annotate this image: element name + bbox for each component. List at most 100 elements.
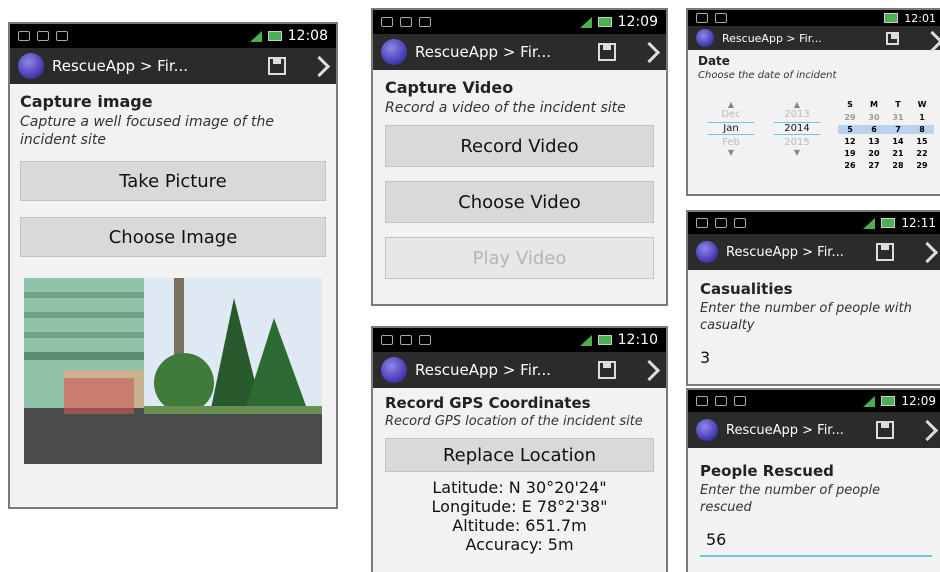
app-logo-icon xyxy=(696,241,718,263)
status-time: 12:09 xyxy=(617,14,658,30)
status-bar: 12:08 xyxy=(10,24,336,48)
status-time: 12:08 xyxy=(287,28,328,44)
battery-icon xyxy=(597,335,612,345)
page-subtitle: Record a video of the incident site xyxy=(385,100,626,116)
chevron-up-icon[interactable]: ▲ xyxy=(698,100,764,109)
page-title: Capture image xyxy=(20,92,153,111)
accuracy-text: Accuracy: 5m xyxy=(465,535,574,554)
notification-icon xyxy=(734,218,746,228)
save-icon[interactable] xyxy=(598,361,616,379)
take-picture-button[interactable]: Take Picture xyxy=(20,161,326,201)
status-bar: 12:01 xyxy=(688,10,940,26)
signal-icon xyxy=(579,334,592,346)
page-title: Record GPS Coordinates xyxy=(385,394,591,412)
battery-icon xyxy=(267,31,282,41)
status-time: 12:10 xyxy=(617,332,658,348)
signal-icon xyxy=(863,395,876,407)
navigate-icon[interactable] xyxy=(918,243,936,261)
coordinates-block: Latitude: N 30°20'24" Longitude: E 78°2'… xyxy=(385,478,654,554)
navigate-icon[interactable] xyxy=(640,361,658,379)
notification-icon xyxy=(18,31,30,41)
status-bar: 12:09 xyxy=(688,390,940,412)
status-time: 12:11 xyxy=(901,216,936,230)
app-title: RescueApp > Fir... xyxy=(726,244,844,260)
app-title: RescueApp > Fir... xyxy=(415,361,551,379)
notification-icon xyxy=(696,218,708,228)
app-bar: RescueApp > Fir... xyxy=(688,234,940,270)
app-logo-icon xyxy=(18,53,44,79)
replace-location-button[interactable]: Replace Location xyxy=(385,438,654,472)
app-bar: RescueApp > Fir... xyxy=(688,26,940,50)
chevron-up-icon[interactable]: ▲ xyxy=(764,100,830,109)
phone-date: 12:01 RescueApp > Fir... Date Choose the… xyxy=(686,8,940,196)
notification-icon xyxy=(400,17,412,27)
app-title: RescueApp > Fir... xyxy=(415,43,551,61)
content: Capture Video Record a video of the inci… xyxy=(373,70,666,287)
signal-icon xyxy=(579,16,592,28)
record-video-button[interactable]: Record Video xyxy=(385,125,654,167)
notification-icon xyxy=(419,17,431,27)
phone-capture-video: 12:09 RescueApp > Fir... Capture Video R… xyxy=(371,8,668,306)
choose-video-button[interactable]: Choose Video xyxy=(385,181,654,223)
notification-icon xyxy=(56,31,68,41)
navigate-icon[interactable] xyxy=(310,57,328,75)
page-subtitle: Enter the number of people with casualty xyxy=(700,301,912,333)
year-prev: 2013 xyxy=(784,109,810,120)
calendar-grid: S M T W 29 30 31 1 5 6 7 8 12 13 14 15 1… xyxy=(838,100,934,170)
play-video-button[interactable]: Play Video xyxy=(385,237,654,279)
save-icon[interactable] xyxy=(598,43,616,61)
page-subtitle: Enter the number of people rescued xyxy=(700,483,881,515)
page-subtitle: Capture a well focused image of the inci… xyxy=(20,114,275,148)
captured-image xyxy=(24,278,322,464)
notification-icon xyxy=(381,335,393,345)
content: Date Choose the date of incident ▲ Dec J… xyxy=(688,50,940,174)
app-bar: RescueApp > Fir... xyxy=(10,48,336,84)
chevron-down-icon[interactable]: ▼ xyxy=(764,148,830,157)
notification-icon xyxy=(715,13,727,23)
save-icon[interactable] xyxy=(268,57,286,75)
calendar-row: 26 27 28 29 xyxy=(844,161,928,170)
notification-icon xyxy=(715,218,727,228)
app-title: RescueApp > Fir... xyxy=(726,422,844,438)
content: Casualities Enter the number of people w… xyxy=(688,270,940,377)
app-title: RescueApp > Fir... xyxy=(52,57,188,75)
app-bar: RescueApp > Fir... xyxy=(373,352,666,388)
notification-icon xyxy=(37,31,49,41)
status-bar: 12:11 xyxy=(688,212,940,234)
navigate-icon[interactable] xyxy=(923,32,936,45)
navigate-icon[interactable] xyxy=(918,421,936,439)
chevron-down-icon[interactable]: ▼ xyxy=(698,148,764,157)
date-picker: ▲ Dec Jan Feb ▼ ▲ 2013 2014 2015 ▼ S M T… xyxy=(698,100,934,170)
month-spinner[interactable]: ▲ Dec Jan Feb ▼ xyxy=(698,100,764,170)
app-title: RescueApp > Fir... xyxy=(722,31,822,45)
battery-icon xyxy=(884,13,899,23)
calendar-weekdays: S M T W xyxy=(847,100,927,109)
year-spinner[interactable]: ▲ 2013 2014 2015 ▼ xyxy=(764,100,830,170)
app-logo-icon xyxy=(381,357,407,383)
content: People Rescued Enter the number of peopl… xyxy=(688,448,940,571)
save-icon[interactable] xyxy=(876,243,894,261)
captured-photo xyxy=(24,278,322,464)
phone-gps: 12:10 RescueApp > Fir... Record GPS Coor… xyxy=(371,326,668,572)
content: Record GPS Coordinates Record GPS locati… xyxy=(373,388,666,560)
month-selected: Jan xyxy=(708,122,754,135)
notification-icon xyxy=(419,335,431,345)
app-bar: RescueApp > Fir... xyxy=(688,412,940,448)
battery-icon xyxy=(881,218,896,228)
people-rescued-input[interactable]: 56 xyxy=(700,530,932,549)
status-time: 12:01 xyxy=(904,11,936,25)
app-logo-icon xyxy=(381,39,407,65)
input-underline xyxy=(700,555,932,557)
calendar-row-selected: 5 6 7 8 xyxy=(838,125,934,134)
save-icon[interactable] xyxy=(886,31,899,45)
longitude-text: Longitude: E 78°2'38" xyxy=(431,497,608,516)
notification-icon xyxy=(734,396,746,406)
choose-image-button[interactable]: Choose Image xyxy=(20,217,326,257)
page-title: Capture Video xyxy=(385,78,514,97)
save-icon[interactable] xyxy=(876,421,894,439)
navigate-icon[interactable] xyxy=(640,43,658,61)
calendar-row: 29 30 31 1 xyxy=(844,113,925,122)
casualties-input[interactable]: 3 xyxy=(700,348,932,367)
phone-casualties: 12:11 RescueApp > Fir... Casualities Ent… xyxy=(686,210,940,386)
content: Capture image Capture a well focused ima… xyxy=(10,84,336,265)
